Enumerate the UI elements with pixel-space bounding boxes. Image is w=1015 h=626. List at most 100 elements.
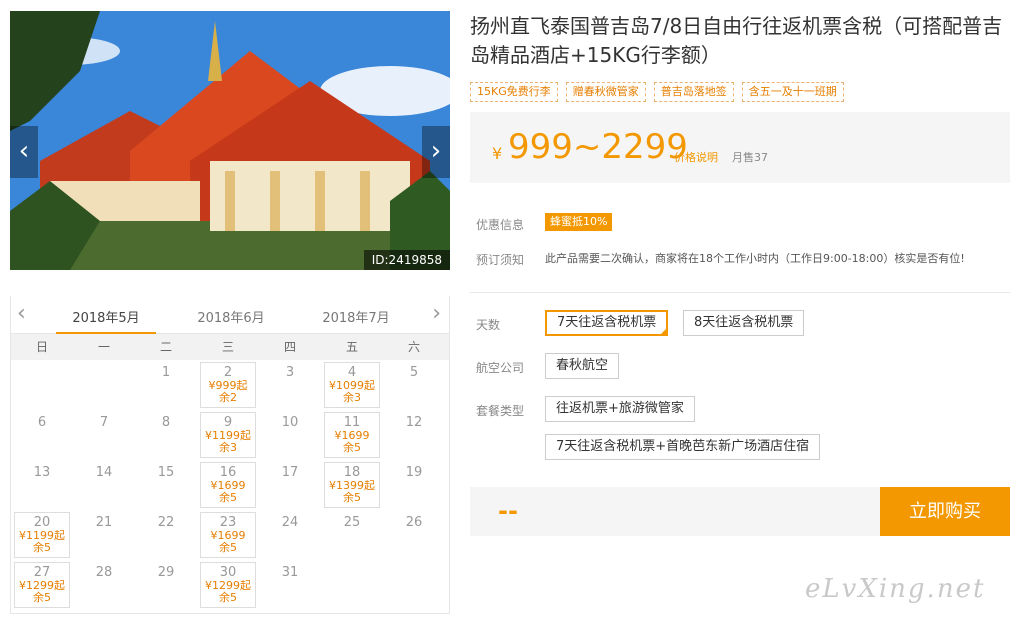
chevron-left-icon: ‹ (18, 136, 30, 166)
tag-holiday: 含五一及十一班期 (741, 82, 844, 102)
day-remaining: 余3 (219, 441, 237, 454)
day-number: 31 (281, 565, 299, 580)
day-number: 13 (33, 465, 51, 480)
notice-label: 预订须知 (476, 253, 525, 267)
total-price: -- (498, 497, 518, 525)
calendar-grid: 1 2 ¥999起 余2 3 4 ¥1099起 余3 5 6 7 8 9 ¥1199起 余3 10 11 ¥169… (11, 360, 449, 610)
tab-month-july[interactable]: 2018年7月 (306, 307, 406, 326)
calendar-header: ‹ 2018年5月 2018年6月 2018年7月 › (11, 296, 449, 334)
day-remaining: 余2 (219, 391, 237, 404)
watermark-logo: eLvXing.net (805, 574, 986, 604)
day-number: 30 (219, 565, 237, 580)
calendar-day-available[interactable]: 2 ¥999起 余2 (200, 362, 256, 408)
calendar-day-available[interactable]: 23 ¥1699 余5 (200, 512, 256, 558)
monthly-sales: 月售37 (732, 151, 768, 164)
temple-illustration (10, 11, 450, 270)
day-number: 28 (95, 565, 113, 580)
calendar-day-available[interactable]: 30 ¥1299起 余5 (200, 562, 256, 608)
calendar-day-available[interactable]: 11 ¥1699 余5 (324, 412, 380, 458)
calendar-day-available[interactable]: 4 ¥1099起 余3 (324, 362, 380, 408)
calendar-day-available[interactable]: 9 ¥1199起 余3 (200, 412, 256, 458)
day-number: 4 (347, 365, 357, 380)
day-number: 1 (161, 365, 171, 380)
option-package-flight-butler[interactable]: 往返机票+旅游微管家 (545, 396, 695, 422)
days-label: 天数 (476, 318, 501, 332)
price-box: ¥ 999~2299 价格说明 月售37 (470, 112, 1010, 183)
price-calendar: ‹ 2018年5月 2018年6月 2018年7月 › 日 一 二 三 四 五 … (10, 296, 450, 614)
day-remaining: 余5 (33, 541, 51, 554)
airline-label: 航空公司 (476, 361, 525, 375)
product-page: ‹ › ID:2419858 ‹ 2018年5月 2018年6月 2018年7月… (0, 0, 1015, 626)
calendar-day: 24 (259, 510, 321, 560)
package-label: 套餐类型 (476, 404, 525, 418)
feature-tags: 15KG免费行李 赠春秋微管家 普吉岛落地签 含五一及十一班期 (470, 82, 844, 102)
day-remaining: 余5 (219, 541, 237, 554)
weekday-mon: 一 (97, 340, 110, 354)
calendar-day-available[interactable]: 18 ¥1399起 余5 (324, 462, 380, 508)
calendar-day-available[interactable]: 20 ¥1199起 余5 (14, 512, 70, 558)
weekday-wed: 三 (221, 340, 234, 354)
calendar-day-available[interactable]: 27 ¥1299起 余5 (14, 562, 70, 608)
day-number: 27 (33, 565, 51, 580)
day-number: 24 (281, 515, 299, 530)
chevron-right-icon[interactable]: › (432, 302, 441, 326)
promo-badge: 蜂蜜抵10% (545, 213, 613, 231)
calendar-day: 1 (135, 360, 197, 410)
calendar-empty-cell (11, 360, 73, 410)
product-photo: ‹ › ID:2419858 (10, 11, 450, 270)
day-number: 17 (281, 465, 299, 480)
calendar-day: 12 (383, 410, 445, 460)
tab-month-may[interactable]: 2018年5月 (56, 307, 156, 334)
weekday-tue: 二 (159, 340, 172, 354)
calendar-day: 6 (11, 410, 73, 460)
calendar-day: 15 (135, 460, 197, 510)
calendar-day: 28 (73, 560, 135, 610)
day-number: 3 (285, 365, 295, 380)
calendar-day: 26 (383, 510, 445, 560)
calendar-day-available[interactable]: 16 ¥1699 余5 (200, 462, 256, 508)
day-number: 16 (219, 465, 237, 480)
option-package-flight-hotel[interactable]: 7天往返含税机票+首晚芭东新广场酒店住宿 (545, 434, 821, 460)
photo-prev-button[interactable]: ‹ (10, 126, 38, 178)
option-airline[interactable]: 春秋航空 (545, 353, 620, 379)
day-remaining: 余3 (343, 391, 361, 404)
weekday-fri: 五 (345, 340, 358, 354)
day-number: 14 (95, 465, 113, 480)
calendar-day: 8 (135, 410, 197, 460)
divider (470, 292, 1010, 293)
calendar-day: 7 (73, 410, 135, 460)
calendar-day: 13 (11, 460, 73, 510)
tab-month-june[interactable]: 2018年6月 (181, 307, 281, 326)
calendar-day: 22 (135, 510, 197, 560)
chevron-left-icon[interactable]: ‹ (17, 302, 26, 326)
weekday-row: 日 一 二 三 四 五 六 (11, 334, 449, 360)
option-8-days[interactable]: 8天往返含税机票 (683, 310, 805, 336)
calendar-day: 19 (383, 460, 445, 510)
tag-butler: 赠春秋微管家 (565, 82, 646, 102)
calendar-day: 17 (259, 460, 321, 510)
price-explain-link[interactable]: 价格说明 (674, 149, 718, 165)
calendar-day: 3 (259, 360, 321, 410)
day-number: 20 (33, 515, 51, 530)
day-number: 12 (405, 415, 423, 430)
calendar-day: 31 (259, 560, 321, 610)
tag-visa: 普吉岛落地签 (653, 82, 734, 102)
weekday-sun: 日 (35, 340, 48, 354)
day-number: 5 (409, 365, 419, 380)
option-7-days[interactable]: 7天往返含税机票 (545, 310, 669, 336)
buy-bar: -- 立即购买 (470, 487, 1010, 536)
weekday-sat: 六 (407, 340, 420, 354)
product-title: 扬州直飞泰国普吉岛7/8日自由行往返机票含税（可搭配普吉岛精品酒店+15KG行李… (470, 14, 1003, 67)
day-number: 21 (95, 515, 113, 530)
day-number: 18 (343, 465, 361, 480)
weekday-thu: 四 (283, 340, 296, 354)
calendar-day: 25 (321, 510, 383, 560)
photo-next-button[interactable]: › (422, 126, 450, 178)
buy-now-button[interactable]: 立即购买 (880, 487, 1010, 536)
day-number: 15 (157, 465, 175, 480)
chevron-right-icon: › (430, 136, 442, 166)
calendar-day: 14 (73, 460, 135, 510)
day-remaining: 余5 (219, 491, 237, 504)
day-remaining: 余5 (343, 441, 361, 454)
calendar-empty-cell (73, 360, 135, 410)
